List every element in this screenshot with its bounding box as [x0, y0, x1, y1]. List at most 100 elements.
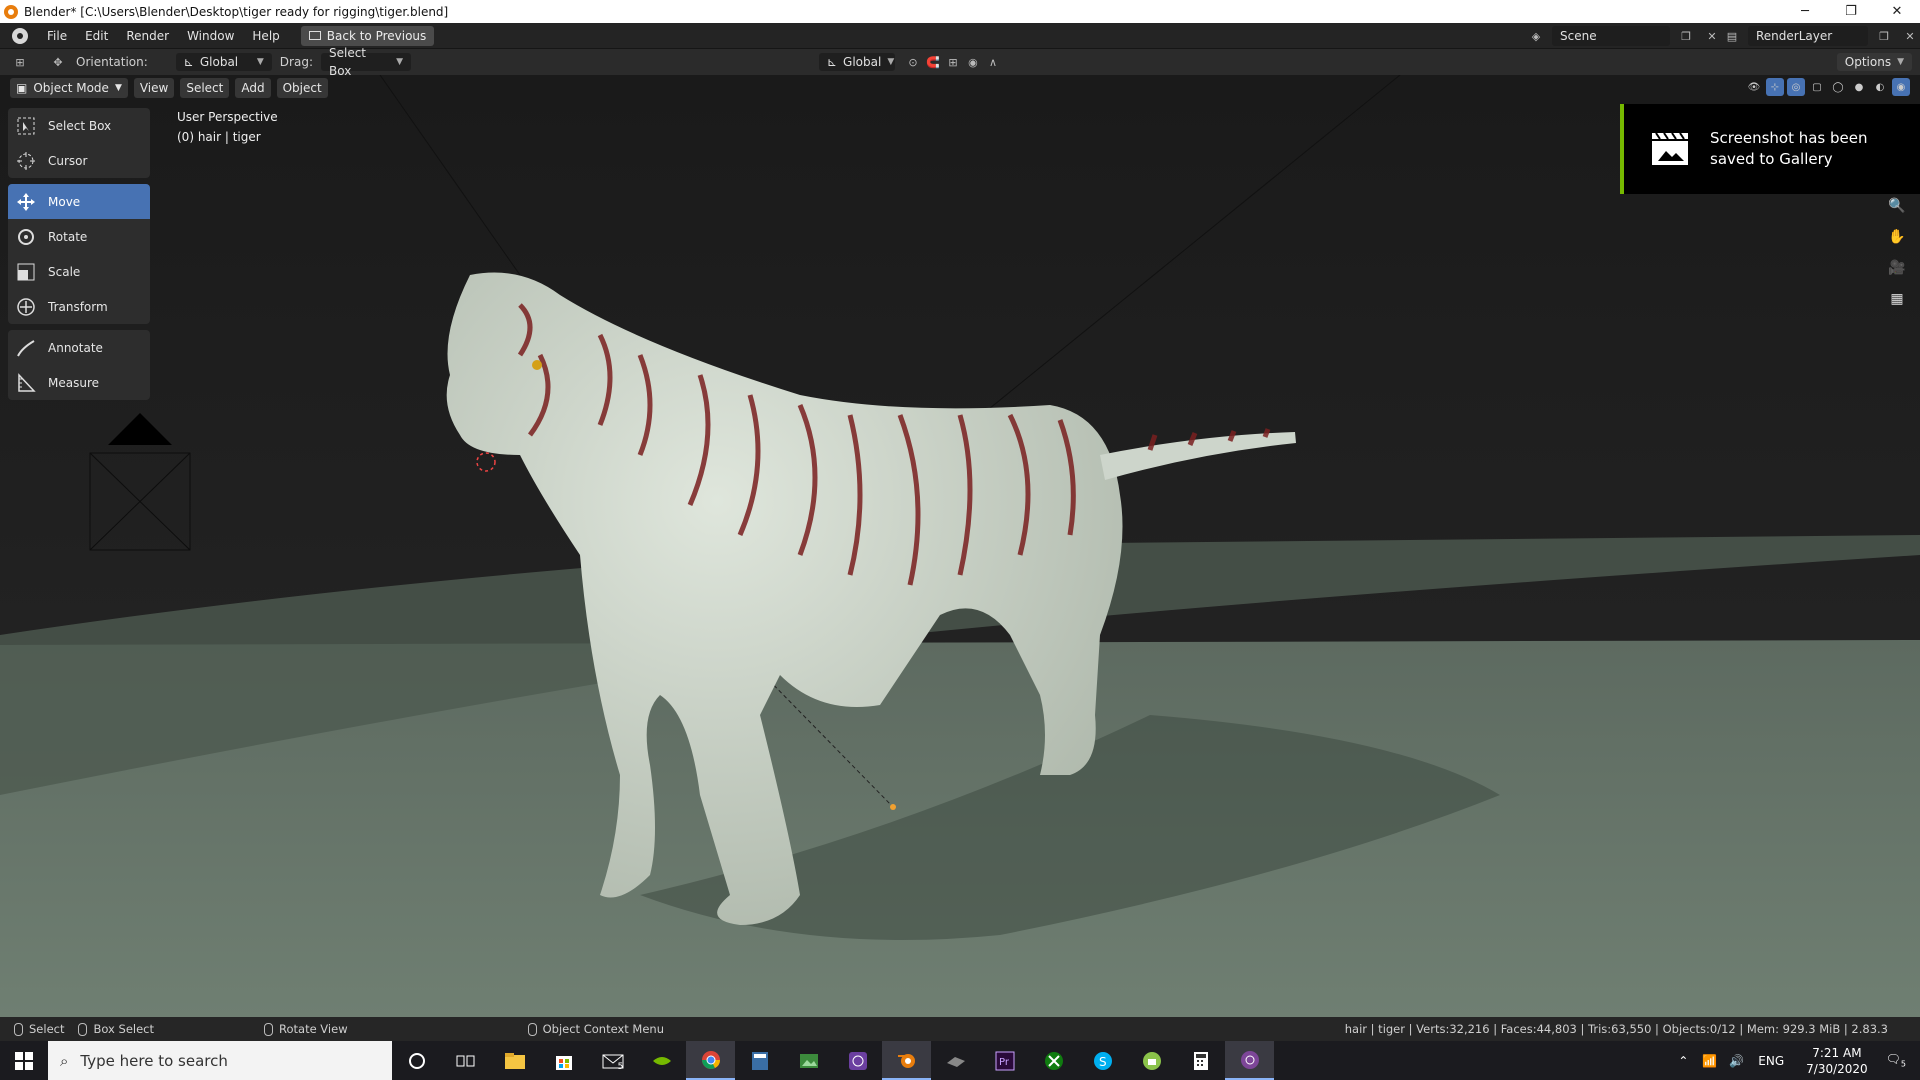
visibility-icon[interactable]: 👁: [1745, 78, 1763, 96]
renderlayer-icon[interactable]: ▤: [1722, 26, 1742, 46]
tool-select-box[interactable]: Select Box: [8, 108, 150, 143]
back-to-previous-button[interactable]: Back to Previous: [300, 25, 435, 46]
svg-text:Pr: Pr: [999, 1057, 1010, 1068]
game-icon[interactable]: [931, 1041, 980, 1080]
tool-rotate[interactable]: Rotate: [8, 219, 150, 254]
zoom-icon[interactable]: 🔍: [1886, 195, 1908, 217]
wireframe-shading-icon[interactable]: ◯: [1829, 78, 1847, 96]
screenshot-saved-notification: Screenshot has been saved to Gallery: [1620, 104, 1920, 194]
menu-window[interactable]: Window: [178, 23, 243, 49]
menu-view[interactable]: View: [133, 78, 175, 98]
remove-renderlayer-icon[interactable]: ✕: [1900, 26, 1920, 46]
menu-select[interactable]: Select: [180, 78, 230, 98]
menu-render[interactable]: Render: [117, 23, 178, 49]
status-bar: Select Box Select Rotate View Object Con…: [0, 1017, 1920, 1041]
new-renderlayer-icon[interactable]: ❐: [1874, 26, 1894, 46]
tool-measure[interactable]: Measure: [8, 365, 150, 400]
select-box-icon: [14, 114, 38, 138]
solid-shading-icon[interactable]: ●: [1850, 78, 1868, 96]
notification-center-icon[interactable]: 🗨5: [1886, 1052, 1906, 1068]
menu-edit[interactable]: Edit: [76, 23, 117, 49]
blender-taskbar-icon[interactable]: [882, 1041, 931, 1080]
wifi-icon[interactable]: 📶: [1702, 1054, 1717, 1068]
pivot-point-icon[interactable]: ⊙: [903, 52, 923, 72]
tool-annotate[interactable]: Annotate: [8, 330, 150, 365]
editor-type-icon[interactable]: ⊞: [10, 52, 30, 72]
language-indicator[interactable]: ENG: [1758, 1054, 1784, 1068]
new-scene-icon[interactable]: ❐: [1676, 26, 1696, 46]
windows-start-icon[interactable]: [0, 1041, 48, 1080]
viewport-shading-controls: 👁 ⊹ ◎ ▢ ◯ ● ◐ ◉: [1745, 78, 1910, 96]
screen-icon: [308, 31, 321, 40]
chevron-down-icon: ▼: [1897, 57, 1904, 67]
store-icon[interactable]: [539, 1041, 588, 1080]
object-mode-dropdown[interactable]: ▣ Object Mode ▼: [10, 78, 128, 98]
navigation-gizmo: 🔍 ✋ 🎥 ▦: [1886, 195, 1908, 310]
calculator-icon[interactable]: [1176, 1041, 1225, 1080]
chrome-icon[interactable]: [686, 1041, 735, 1080]
snap-icon[interactable]: 🧲: [923, 52, 943, 72]
3d-viewport[interactable]: [0, 75, 1920, 1017]
tool-move[interactable]: Move: [8, 184, 150, 219]
perspective-label: User Perspective: [177, 110, 278, 124]
menu-object[interactable]: Object: [276, 78, 328, 98]
restore-button[interactable]: ❐: [1828, 0, 1874, 23]
search-icon: ⌕: [60, 1051, 69, 1070]
gizmo-icon[interactable]: ⊹: [1766, 78, 1784, 96]
remove-scene-icon[interactable]: ✕: [1702, 26, 1722, 46]
search-placeholder: Type here to search: [80, 1051, 228, 1070]
overlays-icon[interactable]: ◎: [1787, 78, 1805, 96]
annotate-icon: [14, 336, 38, 360]
ortho-grid-icon[interactable]: ▦: [1886, 288, 1908, 310]
taskbar-search-box[interactable]: ⌕ Type here to search: [48, 1041, 392, 1080]
move-icon: [14, 190, 38, 214]
blender-logo-icon[interactable]: [12, 27, 28, 44]
chevron-up-icon[interactable]: ⌃: [1678, 1054, 1688, 1068]
calculator-app-icon[interactable]: [735, 1041, 784, 1080]
xbox-icon[interactable]: [1029, 1041, 1078, 1080]
task-view-icon[interactable]: [441, 1041, 490, 1080]
camera-view-icon[interactable]: 🎥: [1886, 257, 1908, 279]
tor-browser-icon[interactable]: [1225, 1041, 1274, 1080]
file-explorer-icon[interactable]: [490, 1041, 539, 1080]
menu-file[interactable]: File: [38, 23, 76, 49]
options-dropdown[interactable]: Options ▼: [1836, 53, 1912, 71]
clock[interactable]: 7:21 AM 7/30/2020: [1806, 1045, 1868, 1077]
minimize-button[interactable]: ─: [1782, 0, 1828, 23]
material-shading-icon[interactable]: ◐: [1871, 78, 1889, 96]
volume-icon[interactable]: 🔊: [1729, 1054, 1744, 1068]
drag-dropdown[interactable]: Select Box ▼: [320, 46, 411, 78]
pan-hand-icon[interactable]: ✋: [1886, 226, 1908, 248]
nvidia-icon[interactable]: [637, 1041, 686, 1080]
tool-cursor[interactable]: Cursor: [8, 143, 150, 178]
skype-icon[interactable]: S: [1078, 1041, 1127, 1080]
falloff-icon[interactable]: ∧: [983, 52, 1003, 72]
object-info-label: (0) hair | tiger: [177, 130, 261, 144]
xray-icon[interactable]: ▢: [1808, 78, 1826, 96]
proportional-edit-icon[interactable]: ◉: [963, 52, 983, 72]
photos-icon[interactable]: [784, 1041, 833, 1080]
clock-date: 7/30/2020: [1806, 1061, 1868, 1076]
orientation-dropdown[interactable]: ⊾ Global ▼: [175, 53, 272, 71]
premiere-icon[interactable]: Pr: [980, 1041, 1029, 1080]
clock-time: 7:21 AM: [1812, 1045, 1862, 1060]
renderlayer-field[interactable]: RenderLayer: [1748, 26, 1868, 46]
rendered-shading-icon[interactable]: ◉: [1892, 78, 1910, 96]
cortana-icon[interactable]: [392, 1041, 441, 1080]
tool-group-select: Select Box Cursor: [8, 108, 150, 178]
android-app-icon[interactable]: [1127, 1041, 1176, 1080]
tool-scale[interactable]: Scale: [8, 254, 150, 289]
snap-target-icon[interactable]: ⊞: [943, 52, 963, 72]
scene-field[interactable]: Scene: [1552, 26, 1670, 46]
app-purple-icon[interactable]: [833, 1041, 882, 1080]
status-select: Select: [14, 1022, 64, 1036]
viewport-header: ▣ Object Mode ▼ View Select Add Object: [0, 75, 1920, 101]
menu-help[interactable]: Help: [243, 23, 288, 49]
menu-add[interactable]: Add: [235, 78, 271, 98]
transform-orientation-dropdown[interactable]: ⊾ Global ▼: [818, 53, 895, 71]
tool-transform[interactable]: Transform: [8, 289, 150, 324]
mail-icon[interactable]: 5: [588, 1041, 637, 1080]
scene-icon[interactable]: ◈: [1526, 26, 1546, 46]
close-button[interactable]: ✕: [1874, 0, 1920, 23]
notification-text: Screenshot has been saved to Gallery: [1710, 129, 1868, 168]
